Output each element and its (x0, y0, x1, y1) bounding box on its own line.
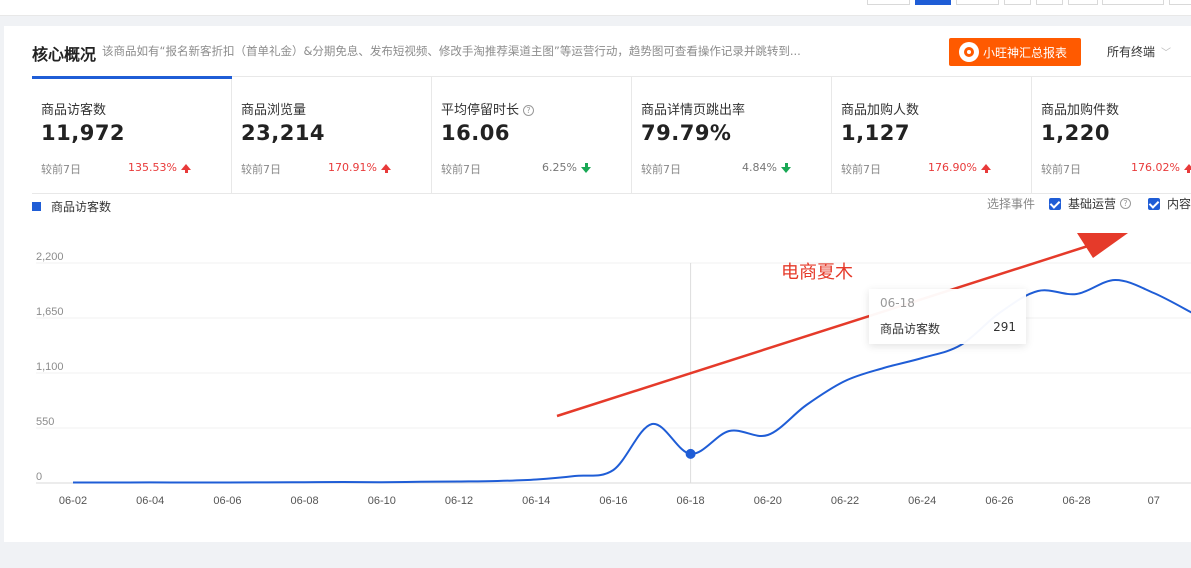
x-tick-label: 06-12 (445, 495, 473, 507)
y-tick-label: 1,100 (36, 361, 64, 373)
x-tick-label: 06-26 (985, 495, 1013, 507)
y-tick-label: 550 (36, 416, 54, 428)
y-tick-label: 0 (36, 471, 42, 483)
x-tick-label: 06-04 (136, 495, 164, 507)
tooltip-value: 291 (993, 320, 1016, 334)
annotation-text: 电商夏木 (781, 262, 853, 283)
x-axis: 06-02 06-04 06-06 06-08 06-10 06-12 06-14 06-16… (59, 495, 1160, 507)
highlight-point (685, 448, 696, 459)
x-tick-label: 06-08 (291, 495, 319, 507)
x-tick-label: 06-06 (213, 495, 241, 507)
x-tick-label: 06-24 (908, 495, 936, 507)
tooltip-date: 06-18 (880, 296, 915, 310)
visitor-trend-chart[interactable]: 0 550 1,100 1,650 2,200 06-02 06-04 06-06 06-08… (0, 0, 1191, 568)
chart-tooltip: 06-18 商品访客数 291 (869, 289, 1026, 344)
tooltip-series: 商品访客数 (880, 322, 941, 336)
x-tick-label: 06-16 (599, 495, 627, 507)
y-tick-label: 2,200 (36, 251, 64, 263)
x-tick-label: 06-22 (831, 495, 859, 507)
y-axis: 0 550 1,100 1,650 2,200 (36, 251, 64, 483)
x-tick-label: 06-02 (59, 495, 87, 507)
y-tick-label: 1,650 (36, 306, 64, 318)
x-tick-label: 06-18 (677, 495, 705, 507)
annotation-arrow-head (1077, 233, 1128, 258)
x-tick-label: 06-10 (368, 495, 396, 507)
x-tick-label: 06-20 (754, 495, 782, 507)
x-tick-label: 06-28 (1063, 495, 1091, 507)
x-tick-label: 07 (1148, 495, 1160, 507)
x-tick-label: 06-14 (522, 495, 550, 507)
